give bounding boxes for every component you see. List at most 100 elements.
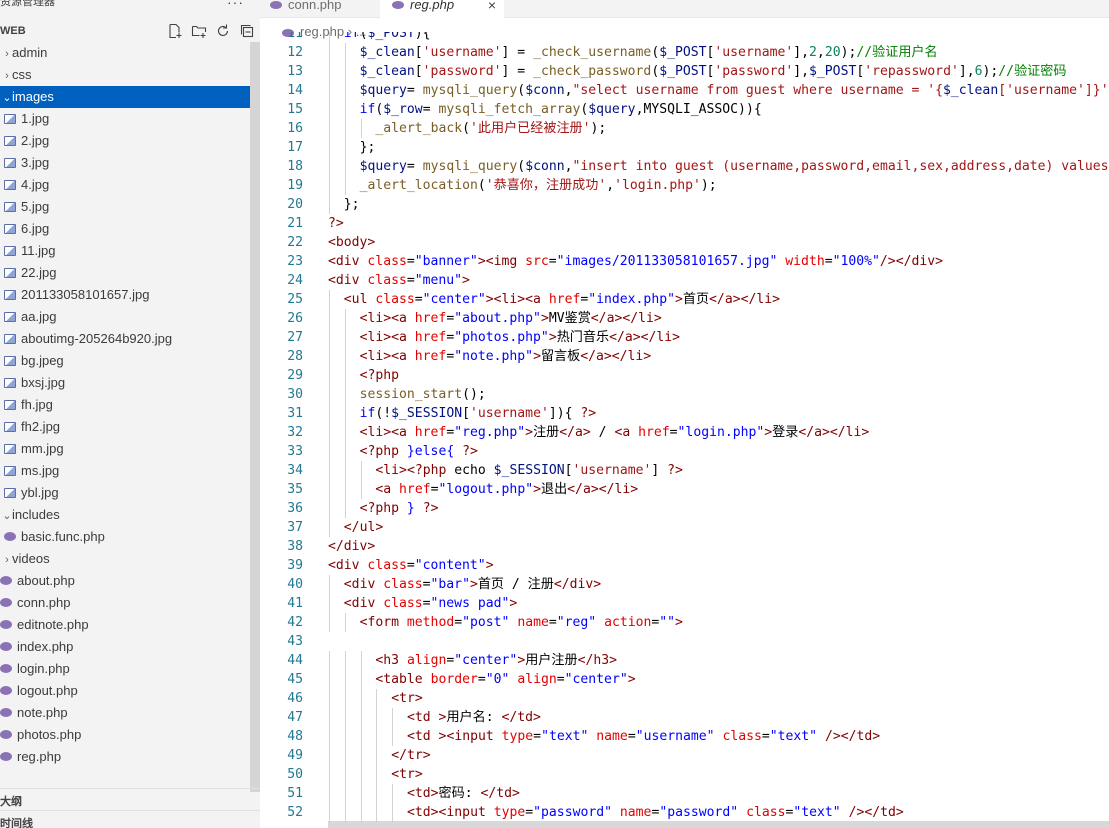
tree-item[interactable]: 6.jpg [0, 218, 250, 240]
code-token: align [517, 672, 557, 687]
tree-item[interactable]: 22.jpg [0, 262, 250, 284]
tab-conn-php[interactable]: conn.php [260, 0, 380, 18]
code-token: ?> [328, 216, 344, 231]
code-token: <td> [407, 786, 439, 801]
tree-item[interactable]: editnote.php [0, 614, 250, 636]
editor-horizontal-scrollbar[interactable] [328, 821, 1109, 828]
code-token: "text" [769, 729, 818, 744]
tree-item-label: aa.jpg [21, 309, 57, 324]
code-token: = [548, 254, 557, 269]
tree-item[interactable]: aa.jpg [0, 306, 250, 328]
tree-item-label: images [12, 89, 54, 104]
tree-item[interactable]: 4.jpg [0, 174, 250, 196]
code-text: <td ><input type="text" name="username" … [407, 727, 880, 746]
tree-item[interactable]: fh2.jpg [0, 416, 250, 438]
tree-item[interactable]: 3.jpg [0, 152, 250, 174]
tree-item[interactable]: fh.jpg [0, 394, 250, 416]
code-line: 26 <li><a href="about.php">MV鉴赏</a></li> [260, 309, 1109, 328]
code-editor[interactable]: 11 if($_POST){12 $_clean['username'] = _ch… [260, 32, 1109, 828]
indent-guide [344, 347, 346, 366]
more-actions-icon[interactable]: ··· [227, 0, 244, 13]
indent-guide [329, 404, 330, 423]
tree-item[interactable]: ms.jpg [0, 460, 250, 482]
tree-item[interactable]: 201133058101657.jpg [0, 284, 250, 306]
code-token: <form [359, 615, 407, 630]
indent-guide [376, 689, 378, 708]
tree-item[interactable]: logout.php [0, 680, 250, 702]
collapse-all-icon[interactable] [238, 22, 256, 40]
code-token: = [548, 615, 557, 630]
tree-item[interactable]: 2.jpg [0, 130, 250, 152]
code-token: "reg" [556, 615, 597, 630]
indent-guide [344, 81, 346, 100]
code-token: <table [375, 672, 431, 687]
code-token: "" [659, 615, 676, 630]
tree-item-label: basic.func.php [21, 529, 105, 544]
indent-guide [360, 803, 362, 822]
indent-guide [344, 138, 346, 157]
code-token: $conn [525, 159, 565, 174]
code-token: </h3> [577, 653, 618, 668]
line-number: 35 [287, 482, 303, 497]
tree-item[interactable]: mm.jpg [0, 438, 250, 460]
tree-item[interactable]: bxsj.jpg [0, 372, 250, 394]
code-token: 2 [809, 45, 817, 60]
new-folder-icon[interactable] [190, 22, 208, 40]
tree-item-label: fh.jpg [21, 397, 53, 412]
indent-guide [360, 670, 362, 689]
outline-panel-header[interactable]: 大纲 [0, 788, 260, 810]
code-token: $conn [525, 83, 565, 98]
indent-guide [344, 461, 346, 480]
tree-item-label: aboutimg-205264b920.jpg [21, 331, 173, 346]
indent-guide [329, 32, 330, 43]
tree-item[interactable]: conn.php [0, 592, 250, 614]
tree-item[interactable]: › videos [0, 548, 250, 570]
code-token: "select username from guest where userna… [572, 83, 944, 98]
tree-item[interactable]: bg.jpeg [0, 350, 250, 372]
code-token: border [430, 672, 478, 687]
timeline-panel-header[interactable]: 时间线 [0, 810, 260, 828]
tree-item-label: reg.php [17, 749, 62, 764]
tree-item[interactable]: ⌄includes [0, 504, 250, 526]
tree-item[interactable]: ⌄images [0, 86, 250, 108]
tree-item[interactable]: reg.php [0, 746, 250, 768]
code-token: <tr> [391, 767, 423, 782]
tree-item[interactable]: ybl.jpg [0, 482, 250, 504]
tree-item[interactable]: › admin [0, 42, 250, 64]
code-token: 用户注册 [525, 653, 578, 668]
tree-item[interactable]: photos.php [0, 724, 250, 746]
code-token: </a></li> [709, 292, 780, 307]
tree-item-label: index.php [17, 639, 74, 654]
close-tab-icon[interactable]: × [488, 0, 496, 18]
tree-item[interactable]: aboutimg-205264b920.jpg [0, 328, 250, 350]
refresh-icon[interactable] [214, 22, 232, 40]
sidebar-scrollbar[interactable] [250, 42, 260, 792]
tree-item[interactable]: login.php [0, 658, 250, 680]
code-token: = [422, 577, 431, 592]
code-token: $_SESSION [493, 463, 565, 478]
code-token: action [604, 615, 652, 630]
line-number: 18 [287, 159, 303, 174]
tree-item[interactable]: index.php [0, 636, 250, 658]
tree-item[interactable]: 1.jpg [0, 108, 250, 130]
line-number: 46 [287, 691, 303, 706]
line-number: 43 [287, 634, 303, 649]
code-token: </ul> [343, 520, 384, 535]
code-token: $query [359, 159, 407, 174]
code-text: <body> [328, 233, 375, 252]
code-token: > [540, 311, 549, 326]
tree-item[interactable]: 5.jpg [0, 196, 250, 218]
tree-item[interactable]: note.php [0, 702, 250, 724]
tree-item[interactable]: 11.jpg [0, 240, 250, 262]
tab-reg-php[interactable]: reg.php × [380, 0, 504, 18]
tree-item[interactable]: basic.func.php [0, 526, 250, 548]
code-token: if [359, 406, 376, 421]
code-token: = [627, 729, 636, 744]
indent-guide [344, 765, 346, 784]
tree-item[interactable]: › css [0, 64, 250, 86]
tree-item[interactable]: about.php [0, 570, 250, 592]
new-file-icon[interactable] [166, 22, 184, 40]
code-token: "post" [462, 615, 510, 630]
